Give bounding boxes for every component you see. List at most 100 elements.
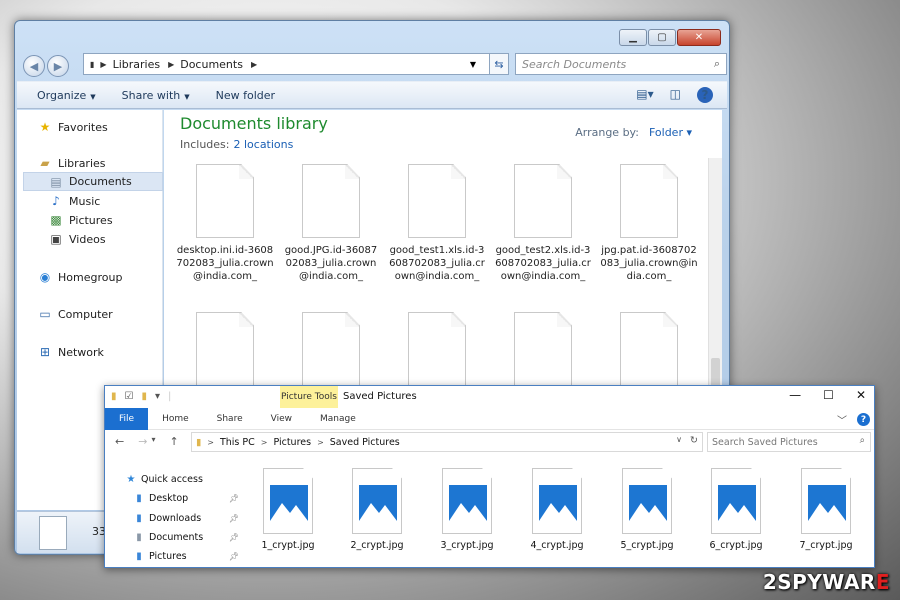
- pin-icon[interactable]: 📌︎: [229, 514, 239, 523]
- sidebar-item-favorites[interactable]: ★ Favorites: [37, 120, 108, 134]
- image-file-icon: [711, 468, 761, 534]
- tab-share[interactable]: Share: [203, 408, 257, 430]
- sidebar-item-videos[interactable]: ▣ Videos: [48, 232, 105, 246]
- properties-icon[interactable]: ☑: [125, 391, 134, 402]
- new-folder-button[interactable]: New folder: [216, 89, 275, 102]
- minimize-icon: ▁: [629, 32, 637, 43]
- sidebar-item-libraries[interactable]: ▰ Libraries: [37, 156, 105, 170]
- blank-file-icon: [196, 164, 254, 238]
- file-item[interactable]: jpg.pat.id-3608702083_julia.crown@india.…: [600, 164, 698, 283]
- share-with-label: Share with: [121, 88, 181, 102]
- address-bar[interactable]: ▮ ▶ Libraries ▶ Documents ▶ ▼: [83, 53, 503, 75]
- file-name: 4_crypt.jpg: [530, 540, 584, 551]
- sidebar-item-label: Pictures: [69, 213, 113, 227]
- file-item[interactable]: [600, 312, 698, 386]
- forward-button[interactable]: ▶: [47, 55, 69, 77]
- image-file-icon: [622, 468, 672, 534]
- sidebar-item-label: Homegroup: [58, 270, 123, 284]
- file-name: desktop.ini.id-3608702083_julia.crown@in…: [176, 245, 274, 282]
- sidebar-item-documents[interactable]: ▮ Documents 📌︎: [133, 532, 239, 543]
- file-item[interactable]: 2_crypt.jpg: [337, 468, 417, 551]
- back-arrow-icon[interactable]: ←: [115, 435, 124, 448]
- refresh-icon[interactable]: ↻: [690, 435, 698, 446]
- blank-file-icon: [408, 164, 466, 238]
- breadcrumb-saved-pictures[interactable]: Saved Pictures: [330, 437, 400, 448]
- sidebar-item-label: Pictures: [149, 551, 187, 562]
- help-icon[interactable]: ?: [697, 87, 713, 103]
- new-folder-icon[interactable]: ▮: [141, 391, 147, 402]
- minimize-button[interactable]: ▁: [619, 29, 647, 46]
- breadcrumb-this-pc[interactable]: This PC: [220, 437, 255, 448]
- sidebar-item-homegroup[interactable]: ◉ Homegroup: [37, 270, 123, 284]
- chevron-right-icon: ▶: [168, 59, 175, 69]
- search-input[interactable]: Search Documents ⌕: [515, 53, 727, 75]
- search-input[interactable]: Search Saved Pictures ⌕: [707, 432, 871, 452]
- maximize-button[interactable]: ▢: [648, 29, 676, 46]
- file-item[interactable]: good_test1.xls.id-3608702083_julia.crown…: [388, 164, 486, 283]
- locations-link[interactable]: 2 locations: [233, 138, 293, 151]
- breadcrumb-pictures[interactable]: Pictures: [273, 437, 311, 448]
- file-item[interactable]: [282, 312, 380, 386]
- minimize-icon[interactable]: —: [789, 388, 801, 402]
- breadcrumb-libraries[interactable]: Libraries: [113, 58, 161, 71]
- file-item[interactable]: good.JPG.id-3608702083_julia.crown@india…: [282, 164, 380, 283]
- sidebar-item-music[interactable]: ♪ Music: [48, 194, 100, 208]
- tab-home[interactable]: Home: [148, 408, 203, 430]
- blank-file-icon: [302, 164, 360, 238]
- sidebar-item-documents[interactable]: ▤ Documents: [23, 172, 163, 191]
- file-item[interactable]: good_test2.xls.id-3608702083_julia.crown…: [494, 164, 592, 283]
- watermark-text: SPYWAR: [777, 570, 876, 594]
- breadcrumb-documents[interactable]: Documents: [180, 58, 243, 71]
- file-item[interactable]: 7_crypt.jpg: [786, 468, 866, 551]
- file-item[interactable]: desktop.ini.id-3608702083_julia.crown@in…: [176, 164, 274, 283]
- file-item[interactable]: 1_crypt.jpg: [248, 468, 328, 551]
- forward-arrow-icon[interactable]: →: [138, 435, 147, 448]
- help-icon[interactable]: ?: [857, 413, 870, 426]
- customize-qat-icon[interactable]: ▾: [155, 391, 160, 402]
- file-name: 1_crypt.jpg: [261, 540, 315, 551]
- address-dropdown-icon[interactable]: ▼: [470, 60, 476, 69]
- file-item[interactable]: 6_crypt.jpg: [696, 468, 776, 551]
- maximize-icon[interactable]: ☐: [823, 388, 834, 402]
- expand-ribbon-icon[interactable]: ﹀: [837, 412, 847, 427]
- up-arrow-icon[interactable]: ↑: [169, 435, 178, 448]
- close-button[interactable]: ✕: [677, 29, 721, 46]
- videos-icon: ▣: [50, 232, 62, 246]
- ribbon-right-controls: ﹀ ?: [837, 412, 870, 427]
- address-bar[interactable]: ▮ > This PC > Pictures > Saved Pictures …: [191, 432, 703, 452]
- sidebar-item-downloads[interactable]: ▮ Downloads 📌︎: [133, 513, 239, 524]
- sidebar-item-computer[interactable]: ▭ Computer: [37, 307, 112, 321]
- change-view-icon[interactable]: ▤▾: [636, 87, 653, 103]
- file-item[interactable]: [176, 312, 274, 386]
- documents-folder-icon: ▮: [136, 532, 142, 543]
- sidebar-item-label: Desktop: [149, 493, 189, 504]
- sidebar-item-network[interactable]: ⊞ Network: [37, 345, 104, 359]
- pin-icon[interactable]: 📌︎: [229, 494, 239, 503]
- close-icon[interactable]: ✕: [856, 388, 866, 402]
- share-with-button[interactable]: Share with ▼: [122, 89, 190, 102]
- chevron-down-icon[interactable]: ∨: [676, 435, 682, 444]
- refresh-button[interactable]: ⇆: [489, 53, 509, 75]
- arrange-dropdown[interactable]: Folder ▾: [649, 126, 692, 139]
- tab-file[interactable]: File: [105, 407, 149, 430]
- organize-button[interactable]: Organize ▼: [37, 89, 96, 102]
- preview-pane-icon[interactable]: ◫: [670, 87, 681, 103]
- pin-icon[interactable]: 📌︎: [229, 533, 239, 542]
- file-item[interactable]: 5_crypt.jpg: [607, 468, 687, 551]
- back-button[interactable]: ◀: [23, 55, 45, 77]
- file-item[interactable]: [388, 312, 486, 386]
- blank-file-icon: [514, 312, 572, 386]
- pin-icon[interactable]: 📌︎: [229, 552, 239, 561]
- sidebar-item-quick-access[interactable]: ★ Quick access: [125, 474, 231, 485]
- sidebar-item-desktop[interactable]: ▮ Desktop 📌︎: [133, 493, 239, 504]
- navigation-bar: ◀ ▶ ▮ ▶ Libraries ▶ Documents ▶ ▼ ⇆ Sear…: [23, 53, 727, 79]
- file-item[interactable]: 4_crypt.jpg: [517, 468, 597, 551]
- tab-manage[interactable]: Manage: [306, 408, 370, 430]
- tab-view[interactable]: View: [257, 408, 306, 430]
- file-item[interactable]: [494, 312, 592, 386]
- sidebar-item-pictures[interactable]: ▮ Pictures 📌︎: [133, 551, 239, 562]
- sidebar-item-pictures[interactable]: ▩ Pictures: [48, 213, 113, 227]
- file-item[interactable]: 3_crypt.jpg: [427, 468, 507, 551]
- recent-locations-icon[interactable]: ▾: [151, 435, 155, 448]
- search-icon: ⌕: [859, 435, 865, 446]
